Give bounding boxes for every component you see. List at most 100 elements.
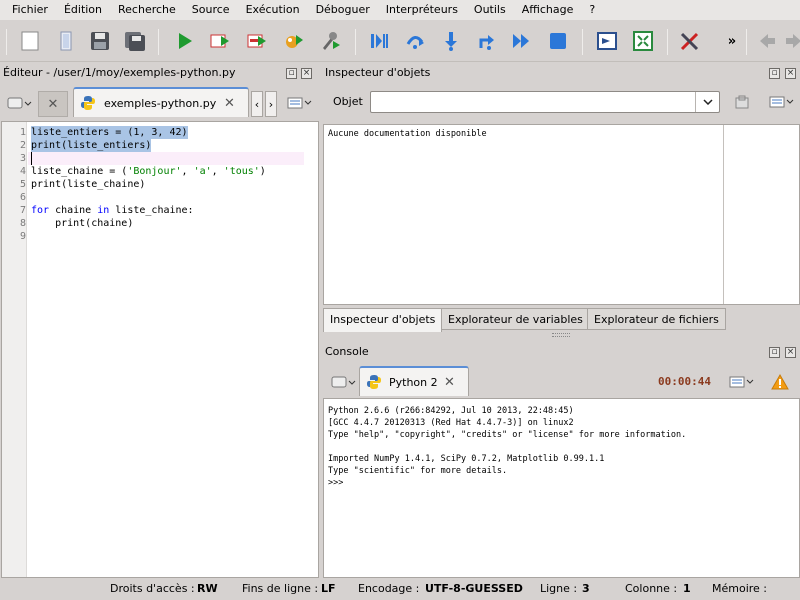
line-label: Ligne : [540, 582, 578, 595]
line-number: 8 [19, 218, 26, 229]
main-toolbar: » [0, 21, 800, 62]
debug-start-icon[interactable] [367, 29, 391, 53]
text-cursor [31, 152, 32, 165]
encoding-value: UTF-8-GUESSED [425, 582, 523, 595]
back-icon[interactable] [755, 29, 779, 53]
open-file-icon[interactable] [54, 29, 78, 53]
debug-icon[interactable] [282, 29, 306, 53]
console-prompt: >>> [328, 478, 344, 488]
line-number: 2 [19, 140, 26, 151]
column-value: 1 [683, 582, 691, 595]
close-pane-icon[interactable]: × [301, 68, 312, 79]
editor-header: Éditeur - /user/1/moy/exemples-python.py [0, 63, 319, 83]
save-icon[interactable] [88, 29, 112, 53]
console-undock-icon[interactable]: ▫ [769, 347, 780, 358]
maximize-icon[interactable] [595, 29, 619, 53]
continue-icon[interactable] [510, 29, 534, 53]
step-into-icon[interactable] [439, 29, 463, 53]
menu-execution[interactable]: Exécution [238, 0, 308, 20]
close-tab-icon[interactable]: ✕ [38, 91, 68, 117]
current-line-highlight [28, 152, 304, 165]
python-icon [367, 375, 381, 389]
console-header: Console [322, 342, 800, 362]
line-number-gutter: 1 2 3 4 5 6 7 8 9 [2, 122, 27, 577]
step-icon[interactable] [403, 29, 427, 53]
memory-label: Mémoire : [712, 582, 768, 595]
object-combobox[interactable] [370, 91, 720, 113]
console-line: Type "help", "copyright", "credits" or "… [328, 430, 687, 440]
run-selection-icon[interactable] [245, 29, 269, 53]
elapsed-time: 00:00:44 [658, 375, 711, 388]
editor-tabbar: ✕ exemples-python.py ✕ ‹ › [0, 85, 319, 121]
inspector-undock-icon[interactable]: ▫ [769, 68, 780, 79]
warning-icon[interactable] [770, 372, 790, 392]
menu-bar: Fichier Édition Recherche Source Exécuti… [0, 0, 800, 20]
menu-fichier[interactable]: Fichier [4, 0, 56, 20]
menu-interpreteurs[interactable]: Interpréteurs [378, 0, 466, 20]
tab-file-explorer[interactable]: Explorateur de fichiers [587, 308, 726, 330]
scroll-tabs-right-icon[interactable]: › [265, 91, 277, 117]
stop-icon[interactable] [546, 29, 570, 53]
tab-python-2[interactable]: Python 2 ✕ [359, 366, 469, 396]
editor-title: Éditeur - /user/1/moy/exemples-python.py [3, 66, 236, 79]
tab-variable-explorer[interactable]: Explorateur de variables [441, 308, 590, 330]
menu-source[interactable]: Source [184, 0, 238, 20]
save-all-icon[interactable] [123, 29, 147, 53]
console-close-icon[interactable]: × [785, 347, 796, 358]
encoding-label: Encodage : [358, 582, 420, 595]
doc-text: Aucune documentation disponible [328, 129, 487, 139]
python-path-icon[interactable] [631, 29, 655, 53]
more-icon[interactable]: » [720, 29, 744, 53]
inspector-title: Inspecteur d'objets [325, 66, 431, 79]
tab-exemples-python[interactable]: exemples-python.py ✕ [73, 87, 249, 117]
step-return-icon[interactable] [474, 29, 498, 53]
console-line: [GCC 4.4.7 20120313 (Red Hat 4.4.7-3)] o… [328, 418, 574, 428]
menu-affichage[interactable]: Affichage [514, 0, 582, 20]
console-output[interactable]: Python 2.6.6 (r266:84292, Jul 10 2013, 2… [323, 398, 800, 578]
access-value: RW [197, 582, 218, 595]
line-number: 3 [19, 153, 26, 164]
console-title: Console [325, 345, 369, 358]
menu-help[interactable]: ? [581, 0, 603, 20]
run-config-icon[interactable] [208, 29, 232, 53]
chevron-down-icon[interactable] [695, 92, 719, 112]
preferences-icon[interactable] [678, 29, 702, 53]
documentation-panel: Aucune documentation disponible [323, 124, 800, 305]
forward-icon[interactable] [782, 29, 800, 53]
lock-icon[interactable] [733, 93, 751, 111]
code-line: liste_entiers = (1, 3, 42) [31, 126, 188, 139]
column-label: Colonne : [625, 582, 678, 595]
profile-icon[interactable] [318, 29, 342, 53]
scroll-tabs-left-icon[interactable]: ‹ [251, 91, 263, 117]
doc-splitter[interactable] [723, 125, 724, 304]
code-line: print(liste_chaine) [31, 179, 146, 190]
console-tabbar: Python 2 ✕ 00:00:44 [322, 364, 800, 398]
menu-deboguer[interactable]: Déboguer [308, 0, 378, 20]
code-line: print(chaine) [31, 218, 134, 229]
menu-edition[interactable]: Édition [56, 0, 110, 20]
eol-label: Fins de ligne : [242, 582, 319, 595]
run-icon[interactable] [173, 29, 197, 53]
inspector-options-icon[interactable] [766, 93, 798, 111]
browse-tabs-icon[interactable] [4, 93, 34, 113]
line-number: 4 [19, 166, 26, 177]
line-value: 3 [582, 582, 590, 595]
console-options-icon[interactable] [727, 372, 757, 392]
new-file-icon[interactable] [18, 29, 42, 53]
eol-value: LF [321, 582, 336, 595]
menu-recherche[interactable]: Recherche [110, 0, 184, 20]
console-line: Type "scientific" for more details. [328, 466, 508, 476]
tab-object-inspector[interactable]: Inspecteur d'objets [323, 308, 443, 332]
code-line: liste_chaine = ('Bonjour', 'a', 'tous') [31, 166, 266, 177]
close-console-tab-icon[interactable]: ✕ [444, 375, 455, 390]
options-menu-icon[interactable] [285, 93, 315, 113]
close-icon[interactable]: ✕ [224, 96, 235, 111]
python-file-icon [81, 96, 95, 110]
console-browse-tabs-icon[interactable] [328, 372, 358, 392]
undock-icon[interactable]: ▫ [286, 68, 297, 79]
inspector-close-icon[interactable]: × [785, 68, 796, 79]
pane-splitter-handle[interactable] [552, 333, 570, 337]
code-editor[interactable]: 123456789 liste_entiers = (1, 3, 42) prin… [1, 121, 319, 578]
menu-outils[interactable]: Outils [466, 0, 514, 20]
